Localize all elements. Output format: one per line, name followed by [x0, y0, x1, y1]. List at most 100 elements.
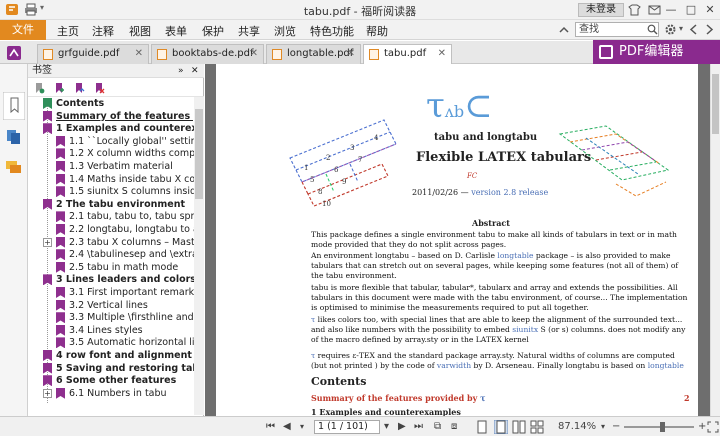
tab-tabu[interactable]: tabu.pdf ✕ [363, 44, 452, 65]
doc-version-link[interactable]: version 2.8 release [471, 188, 548, 197]
menu-home[interactable]: 主页 [57, 23, 79, 39]
bookmark-item[interactable]: 6.1 Numbers in tabu [56, 387, 194, 400]
close-button[interactable]: ✕ [703, 2, 717, 17]
continuous-view-icon[interactable] [494, 420, 508, 434]
page-select-dropdown-icon[interactable]: ▾ [384, 421, 389, 432]
scrollbar-thumb[interactable] [712, 74, 719, 134]
collapse-ribbon-icon[interactable] [558, 24, 570, 36]
bookmark-item[interactable]: 2 The tabu environment [43, 198, 194, 211]
menu-form[interactable]: 表单 [165, 23, 187, 39]
login-button[interactable]: 未登录 [578, 3, 624, 17]
settings-gear-icon[interactable] [664, 23, 677, 36]
bookmark-item[interactable]: 5 Saving and restoring tabu [43, 362, 194, 375]
file-menu[interactable]: 文件 [0, 20, 46, 40]
pages-panel-icon[interactable] [5, 128, 22, 145]
menu-view[interactable]: 视图 [129, 23, 151, 39]
expand-node-icon[interactable]: + [43, 237, 52, 247]
previous-result-icon[interactable] [688, 23, 700, 36]
bookmark-item[interactable]: 3.3 Multiple \firsthline and \lasth [56, 311, 194, 324]
fit-page-icon[interactable]: ⧉ [434, 421, 441, 432]
menu-protect[interactable]: 保护 [202, 23, 224, 39]
minimize-button[interactable]: — [664, 2, 678, 17]
expand-bookmark-icon[interactable] [73, 82, 85, 94]
bookmark-item[interactable]: 2.3 tabu X columns – Mastering [56, 236, 194, 249]
fullscreen-icon[interactable] [707, 421, 719, 433]
delete-bookmark-icon[interactable] [93, 82, 105, 94]
last-page-icon[interactable]: ⏭ [414, 421, 423, 432]
page-number-input[interactable]: 1 (1 / 101) [314, 420, 380, 434]
bookmark-item[interactable]: 1.2 X column widths computati [56, 147, 194, 160]
bookmark-item[interactable]: 2.4 \tabulinesep and \extrarow [56, 248, 194, 261]
comments-panel-icon[interactable] [5, 158, 22, 175]
page-dropdown-icon[interactable]: ▾ [300, 422, 304, 431]
menu-share[interactable]: 共享 [238, 23, 260, 39]
fit-width-icon[interactable]: ⧈ [451, 421, 457, 432]
bookmark-item[interactable]: 3.5 Automatic horizontal lines a [56, 336, 194, 349]
bookmark-item[interactable]: 2.5 tabu in math mode [56, 261, 194, 274]
abstract-para-2: An environment longtabu – based on D. Ca… [311, 251, 691, 281]
close-tab-icon[interactable]: ✕ [135, 45, 143, 63]
menu-help[interactable]: 帮助 [366, 23, 388, 39]
expand-node-icon[interactable]: + [43, 388, 52, 398]
add-bookmark-icon[interactable] [53, 82, 65, 94]
next-page-icon[interactable]: ▶ [398, 421, 406, 432]
next-result-icon[interactable] [703, 23, 715, 36]
tab-longtable[interactable]: longtable.pdf ✕ [266, 44, 361, 64]
bookmark-item[interactable]: 1.4 Maths inside tabu X column [56, 173, 194, 186]
bookmark-item[interactable]: 2.2 longtabu, longtabu to and l [56, 223, 194, 236]
bookmark-item[interactable]: 3.1 First important remark [56, 286, 194, 299]
first-page-icon[interactable]: ⏮ [266, 421, 275, 432]
bookmark-panel-icon[interactable] [3, 92, 25, 120]
two-page-view-icon[interactable] [512, 420, 526, 434]
message-icon[interactable] [648, 4, 661, 16]
varwidth-link[interactable]: varwidth [437, 361, 471, 370]
zoom-out-button[interactable]: − [612, 421, 620, 432]
zoom-slider-handle[interactable] [660, 422, 665, 432]
prev-page-icon[interactable]: ◀ [283, 421, 291, 432]
bookmark-item[interactable]: 3 Lines leaders and colors insid [43, 273, 194, 286]
siunitx-link[interactable]: siunitx [512, 325, 538, 334]
search-icon[interactable] [647, 24, 658, 35]
document-scrollbar[interactable] [710, 64, 720, 416]
menu-comment[interactable]: 注释 [92, 23, 114, 39]
collapse-panel-icon[interactable]: » [178, 64, 184, 78]
menu-browse[interactable]: 浏览 [274, 23, 296, 39]
bookmark-item[interactable]: 1.1 ``Locally global'' settings ar [56, 135, 194, 148]
bookmark-item[interactable]: 2.1 tabu, tabu to, tabu spread [56, 210, 194, 223]
close-panel-icon[interactable]: ✕ [191, 64, 199, 78]
bookmark-item[interactable]: 3.4 Lines styles [56, 324, 194, 337]
single-page-view-icon[interactable] [476, 420, 488, 434]
tab-booktabs-de[interactable]: booktabs-de.pdf ✕ [151, 44, 264, 64]
close-tab-icon[interactable]: ✕ [438, 45, 446, 63]
two-page-continuous-icon[interactable] [530, 420, 544, 434]
zoom-dropdown-icon[interactable]: ▾ [601, 422, 605, 431]
bookmark-scrollbar[interactable] [194, 97, 204, 415]
bookmark-item[interactable]: 6 Some other features [43, 374, 194, 387]
pdf-editor-button[interactable]: PDF编辑器 [593, 40, 720, 64]
bookmark-item[interactable]: 4 row font and alignment [43, 349, 194, 362]
zoom-level[interactable]: 87.14% [558, 421, 596, 432]
scrollbar-thumb[interactable] [195, 109, 203, 199]
maximize-button[interactable]: □ [684, 2, 698, 17]
bookmark-item[interactable]: 3.2 Vertical lines [56, 299, 194, 312]
zoom-slider[interactable] [624, 426, 694, 428]
close-tab-icon[interactable]: ✕ [347, 45, 355, 63]
bookmark-item[interactable]: 1.5 siunitx S columns inside tab [56, 185, 194, 198]
bookmark-item[interactable]: 1.3 Verbatim material [56, 160, 194, 173]
document-viewport[interactable]: τʌb⊂ tabu and longtabu Flexible LATEX ta… [205, 64, 710, 416]
settings-dropdown-icon[interactable]: ▾ [679, 24, 683, 33]
bookmark-item[interactable]: Summary of the features provi [43, 110, 194, 123]
menu-featured[interactable]: 特色功能 [310, 23, 354, 39]
bookmark-item[interactable]: 1 Examples and counterexampl [43, 122, 194, 135]
zoom-in-button[interactable]: + [698, 421, 706, 432]
longtable-link[interactable]: longtable [497, 251, 533, 260]
bookmark-item[interactable]: Contents [43, 97, 194, 110]
close-tab-icon[interactable]: ✕ [250, 45, 258, 63]
toc-summary-link[interactable]: Summary of the features provided by τ [311, 393, 485, 403]
toc-section-1[interactable]: 1 Examples and counterexamples [311, 407, 461, 416]
longtable-link-2[interactable]: longtable [648, 361, 684, 370]
skin-icon[interactable] [628, 4, 641, 16]
foxit-home-icon[interactable] [6, 45, 22, 61]
bookmark-options-icon[interactable] [33, 82, 45, 94]
tab-grfguide[interactable]: grfguide.pdf ✕ [37, 44, 149, 64]
